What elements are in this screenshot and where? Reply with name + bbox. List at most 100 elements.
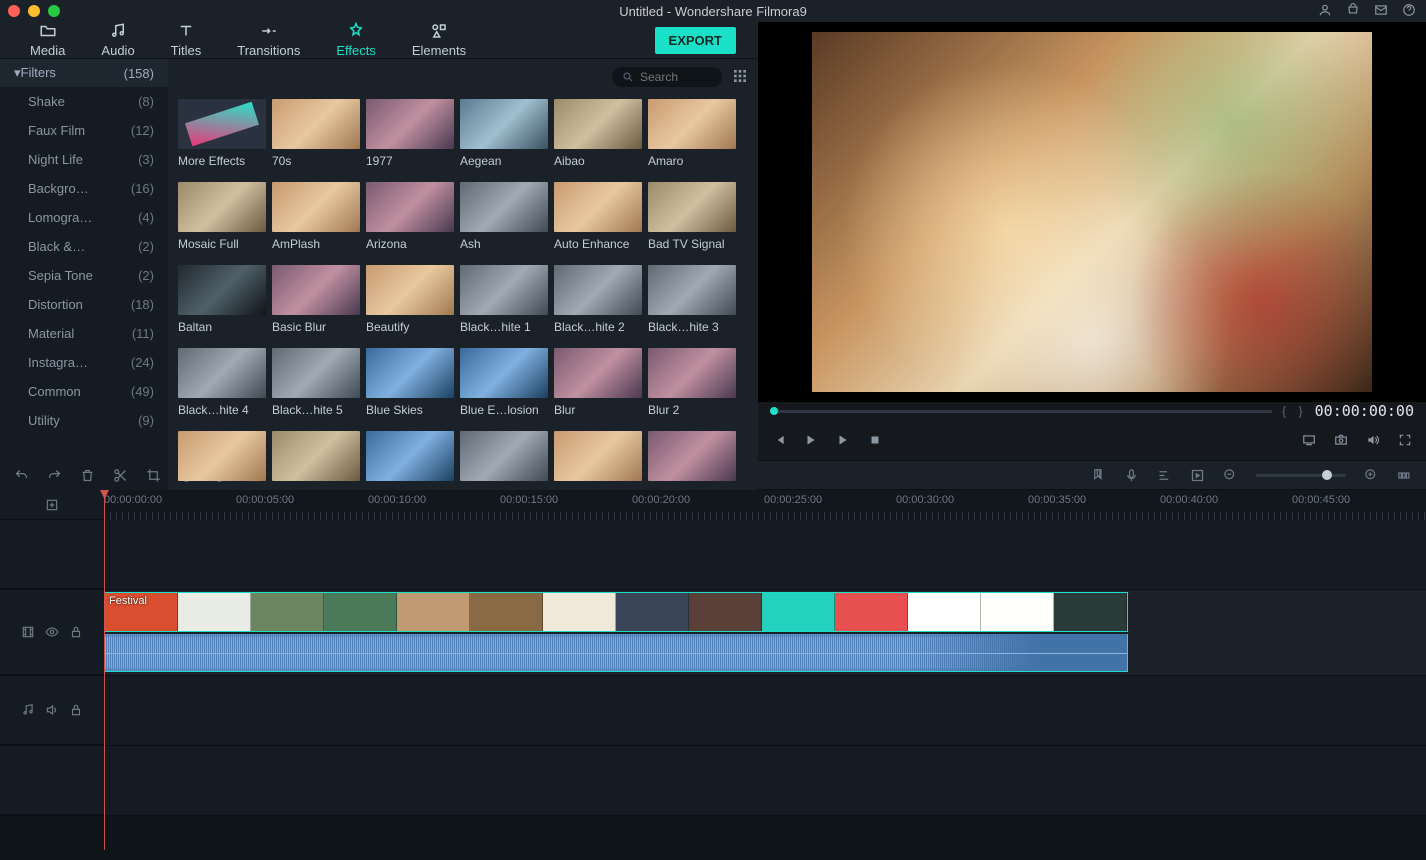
sidebar-item[interactable]: Shake8 [0, 87, 168, 116]
add-track-button[interactable] [0, 490, 104, 520]
marker-icon[interactable] [1091, 468, 1106, 483]
effect-item[interactable]: Bad TV Signal [648, 182, 736, 251]
effect-item[interactable]: Mosaic Full [178, 182, 266, 251]
effect-item[interactable] [272, 431, 360, 486]
video-track-head[interactable] [0, 590, 104, 675]
audio-track-head[interactable] [0, 676, 104, 745]
effect-item[interactable] [178, 431, 266, 486]
effect-item[interactable]: Black…hite 2 [554, 265, 642, 334]
effect-item[interactable]: Black…hite 3 [648, 265, 736, 334]
effect-item[interactable]: Aegean [460, 99, 548, 168]
sidebar-item[interactable]: Faux Film12 [0, 116, 168, 145]
preview-scrub-handle[interactable] [770, 407, 778, 415]
help-icon[interactable] [1402, 3, 1416, 20]
tab-elements[interactable]: Elements [394, 22, 484, 58]
stop-icon[interactable] [868, 433, 882, 447]
fullscreen-icon[interactable] [1398, 433, 1412, 447]
eye-icon[interactable] [45, 625, 59, 639]
effect-item[interactable] [460, 431, 548, 486]
tab-audio[interactable]: Audio [83, 22, 152, 58]
account-icon[interactable] [1318, 3, 1332, 20]
speaker-icon[interactable] [45, 703, 59, 717]
lock-icon[interactable] [69, 625, 83, 639]
effect-item[interactable]: 1977 [366, 99, 454, 168]
mixer-icon[interactable] [1157, 468, 1172, 483]
effect-item[interactable]: AmPlash [272, 182, 360, 251]
tab-media[interactable]: Media [12, 22, 83, 58]
split-icon[interactable] [113, 468, 128, 483]
timeline-ruler[interactable]: 00:00:00:0000:00:05:0000:00:10:0000:00:1… [104, 490, 1426, 520]
quality-icon[interactable] [1302, 433, 1316, 447]
video-clip[interactable]: Festival [104, 592, 1128, 632]
minimize-window-button[interactable] [28, 5, 40, 17]
preview-scrub-track[interactable] [770, 410, 1272, 413]
effect-item[interactable]: Black…hite 5 [272, 348, 360, 417]
effect-item[interactable]: More Effects [178, 99, 266, 168]
tab-effects[interactable]: Effects [318, 22, 394, 64]
search-box[interactable] [612, 67, 722, 87]
effect-item[interactable]: Blur [554, 348, 642, 417]
lock-icon[interactable] [69, 703, 83, 717]
zoom-fit-icon[interactable] [1397, 468, 1412, 483]
effect-item[interactable]: Black…hite 1 [460, 265, 548, 334]
extra-track[interactable] [104, 746, 1426, 815]
sidebar-item[interactable]: Backgro…16 [0, 174, 168, 203]
sidebar-item[interactable]: Sepia Tone2 [0, 261, 168, 290]
sidebar-item[interactable]: Night Life3 [0, 145, 168, 174]
effect-item[interactable] [366, 431, 454, 486]
sidebar-header-filters[interactable]: ▾Filters 158 [0, 59, 168, 87]
sidebar-item[interactable]: Lomogra…4 [0, 203, 168, 232]
record-voice-icon[interactable] [1124, 468, 1139, 483]
preview-canvas[interactable] [812, 32, 1372, 392]
video-track[interactable]: Festival [104, 590, 1426, 675]
effect-item[interactable]: Blur 2 [648, 348, 736, 417]
effect-item[interactable] [648, 431, 736, 486]
effect-item[interactable]: Auto Enhance [554, 182, 642, 251]
zoom-slider[interactable] [1256, 474, 1346, 477]
sidebar-item[interactable]: Common49 [0, 377, 168, 406]
search-input[interactable] [640, 70, 710, 84]
sidebar-item[interactable]: Instagra…24 [0, 348, 168, 377]
effect-item[interactable]: Ash [460, 182, 548, 251]
message-icon[interactable] [1374, 3, 1388, 20]
snapshot-icon[interactable] [1334, 433, 1348, 447]
close-window-button[interactable] [8, 5, 20, 17]
effect-item[interactable]: Baltan [178, 265, 266, 334]
effect-item[interactable]: Beautify [366, 265, 454, 334]
volume-icon[interactable] [1366, 433, 1380, 447]
effect-item[interactable]: Black…hite 4 [178, 348, 266, 417]
extra-track-head[interactable] [0, 746, 104, 815]
overlay-track-head[interactable] [0, 520, 104, 589]
redo-icon[interactable] [47, 468, 62, 483]
undo-icon[interactable] [14, 468, 29, 483]
sidebar-item[interactable]: Utility9 [0, 406, 168, 435]
render-icon[interactable] [1190, 468, 1205, 483]
maximize-window-button[interactable] [48, 5, 60, 17]
effect-item[interactable]: 70s [272, 99, 360, 168]
play-pause-icon[interactable] [804, 433, 818, 447]
zoom-in-icon[interactable] [1364, 468, 1379, 483]
cart-icon[interactable] [1346, 3, 1360, 20]
play-icon[interactable] [836, 433, 850, 447]
export-button[interactable]: EXPORT [655, 27, 736, 54]
effect-item[interactable]: Aibao [554, 99, 642, 168]
tab-titles[interactable]: Titles [153, 22, 220, 58]
sidebar-item[interactable]: Distortion18 [0, 290, 168, 319]
tab-transitions[interactable]: Transitions [219, 22, 318, 58]
audio-track[interactable] [104, 676, 1426, 745]
audio-waveform[interactable] [104, 634, 1128, 672]
sidebar-item[interactable]: Material11 [0, 319, 168, 348]
view-grid-icon[interactable] [732, 68, 748, 87]
zoom-out-icon[interactable] [1223, 468, 1238, 483]
effect-item[interactable]: Basic Blur [272, 265, 360, 334]
sidebar-item[interactable]: Black &…2 [0, 232, 168, 261]
playhead[interactable] [104, 490, 105, 850]
overlay-track[interactable] [104, 520, 1426, 589]
effect-item[interactable]: Amaro [648, 99, 736, 168]
prev-frame-icon[interactable] [772, 433, 786, 447]
delete-icon[interactable] [80, 468, 95, 483]
zoom-handle[interactable] [1322, 470, 1332, 480]
effect-item[interactable]: Blue Skies [366, 348, 454, 417]
crop-icon[interactable] [146, 468, 161, 483]
effect-item[interactable]: Blue E…losion [460, 348, 548, 417]
